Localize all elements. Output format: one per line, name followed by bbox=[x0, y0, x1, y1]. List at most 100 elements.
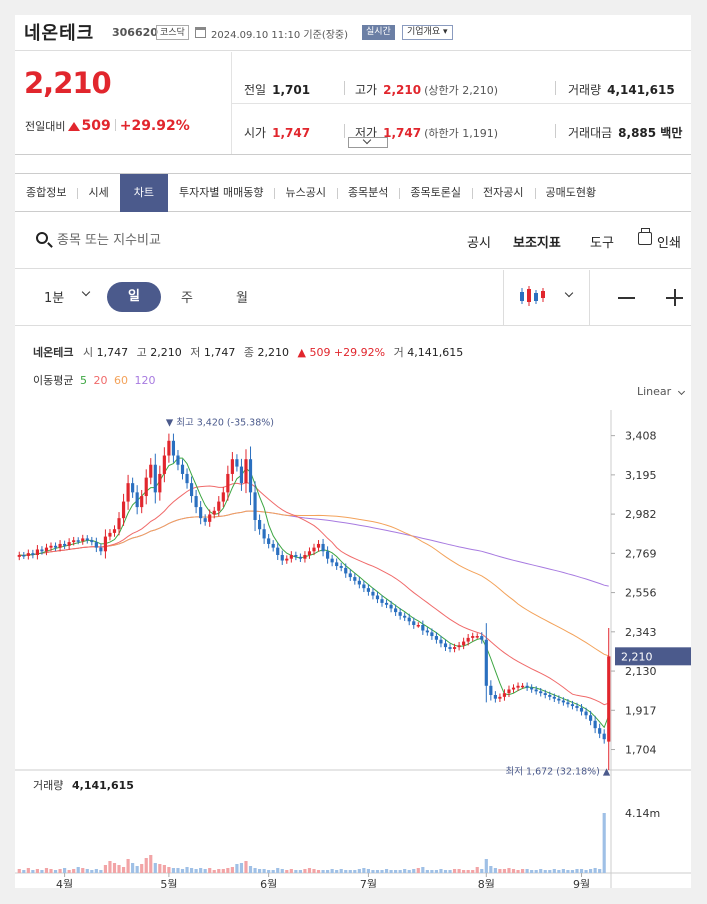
candle-body bbox=[167, 440, 171, 456]
tab-bar: 종합정보 시세 차트 투자자별 매매동향 뉴스공시 종목분석 종목토론실 전자공… bbox=[15, 173, 691, 212]
volume-bar bbox=[280, 869, 284, 873]
candle-body bbox=[511, 687, 516, 690]
candle-body bbox=[53, 545, 58, 548]
volume-bar bbox=[457, 869, 461, 873]
tab-discussion[interactable]: 종목토론실 bbox=[399, 174, 472, 212]
volume-bar bbox=[579, 869, 584, 873]
candle-body bbox=[421, 625, 425, 631]
x-tick-label: 4월 bbox=[56, 878, 73, 888]
compare-search-input[interactable] bbox=[57, 228, 297, 252]
candle-body bbox=[58, 543, 62, 548]
candle-body bbox=[153, 464, 157, 493]
scale-select[interactable]: Linear bbox=[637, 385, 671, 398]
tab-chart[interactable]: 차트 bbox=[119, 174, 168, 212]
expand-quote-button[interactable] bbox=[348, 135, 388, 148]
price-chart[interactable]: 3,408 3,195 2,982 2,769 2,556 2,343 2,130 1,917… bbox=[15, 410, 691, 888]
candle-body bbox=[403, 615, 407, 618]
divider bbox=[344, 124, 345, 138]
candle-body bbox=[158, 473, 162, 493]
low-annotation: 최저 1,672 (32.18%) ▲ bbox=[506, 766, 611, 777]
candle-body bbox=[103, 536, 108, 552]
indicator-button[interactable]: 보조지표 bbox=[513, 232, 561, 251]
volume-bar bbox=[35, 869, 39, 873]
chevron-down-icon bbox=[362, 135, 372, 145]
zoom-in-button[interactable] bbox=[666, 289, 683, 306]
candle-body bbox=[271, 543, 275, 548]
tab-short-selling[interactable]: 공매도현황 bbox=[534, 174, 608, 212]
candle-body bbox=[384, 602, 389, 605]
candle-body bbox=[448, 647, 452, 649]
candle-body bbox=[380, 599, 384, 603]
volume-bar bbox=[189, 868, 194, 873]
volume-bar bbox=[439, 869, 443, 873]
tab-news[interactable]: 뉴스공시 bbox=[274, 174, 336, 212]
candle-body bbox=[294, 555, 298, 557]
candle-body bbox=[171, 440, 176, 456]
realtime-badge[interactable]: 실시간 bbox=[362, 25, 395, 40]
candle-body bbox=[189, 483, 194, 497]
candlestick-icon[interactable] bbox=[518, 284, 548, 308]
print-icon[interactable] bbox=[638, 228, 652, 245]
up-arrow-icon bbox=[68, 122, 81, 131]
candle-body bbox=[575, 706, 579, 708]
volume-bar bbox=[389, 870, 393, 873]
candle-body bbox=[298, 556, 302, 559]
volume-bar bbox=[149, 855, 153, 873]
volume-bar bbox=[221, 869, 225, 873]
candle-body bbox=[502, 693, 507, 697]
change-label: 전일대비 bbox=[25, 120, 66, 133]
chart-toolbar: 공시 보조지표 도구 인쇄 bbox=[15, 213, 691, 269]
candle-body bbox=[267, 538, 271, 544]
candle-body bbox=[117, 518, 121, 530]
period-day-button[interactable]: 일 bbox=[107, 282, 161, 312]
period-minute-select[interactable]: 1분 bbox=[44, 287, 64, 306]
period-month-button[interactable]: 월 bbox=[236, 287, 248, 306]
zoom-out-button[interactable] bbox=[618, 297, 635, 299]
calendar-icon bbox=[195, 27, 206, 38]
volume-bar bbox=[525, 869, 529, 873]
volume-bar bbox=[85, 869, 89, 873]
candle-body bbox=[185, 473, 189, 484]
y-tick-label: 3,408 bbox=[625, 430, 657, 443]
candle-body bbox=[326, 551, 330, 559]
tool-button[interactable]: 도구 bbox=[590, 232, 614, 251]
chevron-down-icon[interactable] bbox=[564, 288, 574, 298]
ma-60[interactable]: 60 bbox=[114, 374, 128, 387]
candle-body bbox=[493, 695, 497, 699]
tab-e-disclosure[interactable]: 전자공시 bbox=[472, 174, 534, 212]
volume-bar bbox=[112, 863, 117, 873]
volume-bar bbox=[335, 870, 339, 873]
ma-20[interactable]: 20 bbox=[93, 374, 107, 387]
tab-analysis[interactable]: 종목분석 bbox=[336, 174, 399, 212]
candle-body bbox=[484, 639, 488, 686]
volume-bar bbox=[598, 869, 602, 873]
volume-bar bbox=[344, 870, 348, 873]
candle-body bbox=[35, 549, 39, 555]
y-tick-label: 1,917 bbox=[625, 704, 657, 717]
disclosure-button[interactable]: 공시 bbox=[467, 232, 491, 251]
volume-bar bbox=[552, 869, 556, 873]
volume-bar bbox=[135, 866, 139, 873]
company-overview-button[interactable]: 기업개요 ▾ bbox=[402, 25, 453, 40]
candle-body bbox=[221, 492, 225, 502]
print-button[interactable]: 인쇄 bbox=[657, 232, 681, 251]
candle-body bbox=[516, 685, 520, 688]
tab-investor-trading[interactable]: 투자자별 매매동향 bbox=[168, 174, 274, 212]
search-icon[interactable] bbox=[36, 232, 48, 244]
ma-5[interactable]: 5 bbox=[80, 374, 87, 387]
chevron-down-icon[interactable] bbox=[81, 287, 91, 297]
candle-body bbox=[194, 496, 198, 508]
volume-bar bbox=[348, 870, 352, 873]
volume-bar bbox=[570, 870, 575, 873]
volume-bar bbox=[452, 869, 457, 873]
divider bbox=[555, 81, 556, 95]
period-week-button[interactable]: 주 bbox=[181, 287, 193, 306]
candle-body bbox=[394, 608, 398, 613]
chevron-down-icon[interactable] bbox=[677, 387, 686, 396]
tab-quotes[interactable]: 시세 bbox=[77, 174, 119, 212]
tab-summary[interactable]: 종합정보 bbox=[15, 174, 77, 212]
ma-120[interactable]: 120 bbox=[134, 374, 155, 387]
candle-body bbox=[67, 542, 71, 546]
candle-body bbox=[357, 580, 361, 585]
candle-body bbox=[439, 639, 443, 644]
